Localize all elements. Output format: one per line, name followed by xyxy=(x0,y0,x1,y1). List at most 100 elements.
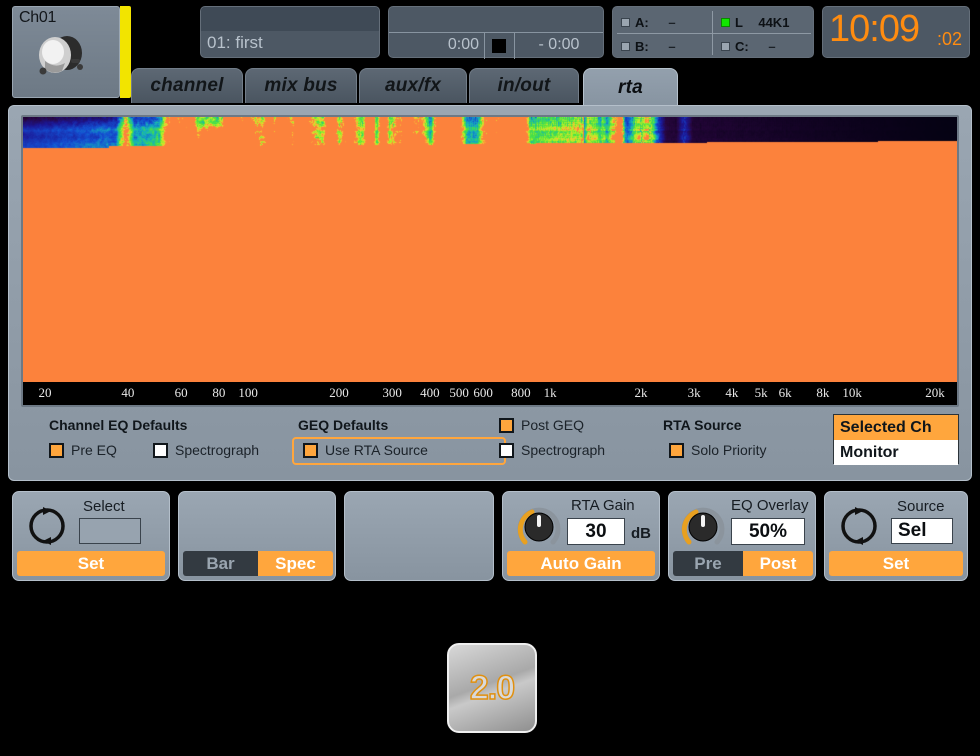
control-select-value[interactable] xyxy=(79,518,141,544)
axis-tick: 2k xyxy=(635,385,648,401)
control-eq-overlay-value[interactable]: 50% xyxy=(731,518,805,545)
overlay-knob[interactable] xyxy=(677,500,729,552)
rta-source-alternate[interactable]: Monitor xyxy=(834,440,958,465)
control-eq-overlay[interactable]: EQ Overlay 50% Pre Post xyxy=(668,491,816,581)
display-mode-bar[interactable]: Bar xyxy=(183,551,258,576)
axis-tick: 600 xyxy=(473,385,493,401)
control-select[interactable]: Select Set xyxy=(12,491,170,581)
axis-tick: 400 xyxy=(420,385,440,401)
clock-time: 10:09 xyxy=(829,8,919,51)
status-a-value: – xyxy=(668,15,675,30)
checkbox-solo-priority[interactable]: Solo Priority xyxy=(669,442,766,458)
status-b-value: – xyxy=(668,39,675,54)
status-l-label: L xyxy=(735,15,743,30)
rotary-encoder-icon[interactable] xyxy=(837,504,881,548)
rta-source-selector[interactable]: Selected Ch Monitor xyxy=(833,414,959,464)
control-rta-gain-value[interactable]: 30 xyxy=(567,518,625,545)
control-select-set-button[interactable]: Set xyxy=(17,551,165,576)
rta-source-selected[interactable]: Selected Ch xyxy=(834,415,958,440)
axis-tick: 100 xyxy=(238,385,258,401)
clock-seconds: :02 xyxy=(937,29,962,50)
control-rta-gain[interactable]: RTA Gain 30 dB Auto Gain xyxy=(502,491,660,581)
checkbox-use-rta-source[interactable]: Use RTA Source xyxy=(303,442,428,458)
tab-mix-bus[interactable]: mix bus xyxy=(245,68,357,103)
checkbox-channel-spectrograph[interactable]: Spectrograph xyxy=(153,442,259,458)
eq-overlay-toggle[interactable]: Pre Post xyxy=(673,551,813,576)
status-c-label: C: xyxy=(735,39,749,54)
status-l-value: 44K1 xyxy=(758,15,789,30)
channel-eq-defaults-title: Channel EQ Defaults xyxy=(49,417,187,433)
status-b-label: B: xyxy=(635,39,649,54)
clock-display[interactable]: 10:09 :02 xyxy=(822,6,970,58)
checkbox-geq-spectrograph[interactable]: Spectrograph xyxy=(499,442,605,458)
control-source-value[interactable]: Sel xyxy=(891,518,953,544)
geq-defaults-title: GEQ Defaults xyxy=(298,417,388,433)
axis-tick: 10k xyxy=(842,385,862,401)
rotary-encoder-icon[interactable] xyxy=(25,504,69,548)
spectrograph-frame[interactable]: 204060801002003004005006008001k2k3k4k5k6… xyxy=(21,115,959,407)
axis-tick: 60 xyxy=(175,385,188,401)
checkbox-solo-priority-label: Solo Priority xyxy=(691,442,766,458)
control-display-mode[interactable]: Bar Spec xyxy=(178,491,336,581)
status-l: L 44K1 xyxy=(721,15,789,30)
checkbox-channel-spectrograph-label: Spectrograph xyxy=(175,442,259,458)
tab-rta-label: rta xyxy=(618,77,643,99)
stop-square-icon[interactable] xyxy=(492,39,506,53)
scene-name: 01: first xyxy=(207,33,263,53)
tab-mix-bus-label: mix bus xyxy=(264,75,337,97)
control-source[interactable]: Source Sel Set xyxy=(824,491,968,581)
axis-tick: 200 xyxy=(329,385,349,401)
status-divider-v xyxy=(712,11,713,55)
checkbox-channel-spectrograph-box[interactable] xyxy=(153,443,168,458)
checkbox-post-geq-box[interactable] xyxy=(499,418,514,433)
scene-display[interactable]: 01: first xyxy=(200,6,380,58)
spectrograph-display[interactable] xyxy=(23,117,957,382)
display-mode-toggle[interactable]: Bar Spec xyxy=(183,551,333,576)
checkbox-use-rta-source-box[interactable] xyxy=(303,443,318,458)
checkbox-post-geq-label: Post GEQ xyxy=(521,417,584,433)
checkbox-pre-eq[interactable]: Pre EQ xyxy=(49,442,117,458)
status-b-led xyxy=(621,42,630,51)
display-mode-spec[interactable]: Spec xyxy=(258,551,333,576)
status-a-led xyxy=(621,18,630,27)
checkbox-solo-priority-box[interactable] xyxy=(669,443,684,458)
checkbox-post-geq[interactable]: Post GEQ xyxy=(499,417,584,433)
rta-panel: 204060801002003004005006008001k2k3k4k5k6… xyxy=(8,105,972,481)
axis-tick: 80 xyxy=(212,385,225,401)
gain-knob[interactable] xyxy=(513,500,565,552)
axis-tick: 20k xyxy=(925,385,945,401)
axis-tick: 6k xyxy=(779,385,792,401)
status-divider-h xyxy=(617,33,811,34)
axis-tick: 800 xyxy=(511,385,531,401)
rta-source-title: RTA Source xyxy=(663,417,742,433)
transport-elapsed: 0:00 xyxy=(409,36,479,54)
axis-tick: 20 xyxy=(39,385,52,401)
checkbox-pre-eq-box[interactable] xyxy=(49,443,64,458)
tab-rta[interactable]: rta xyxy=(583,68,678,106)
checkbox-pre-eq-label: Pre EQ xyxy=(71,442,117,458)
eq-overlay-post[interactable]: Post xyxy=(743,551,813,576)
axis-tick: 4k xyxy=(725,385,738,401)
tab-in-out[interactable]: in/out xyxy=(469,68,579,103)
transport-display[interactable]: 0:00 - 0:00 xyxy=(388,6,604,58)
version-badge: 2.0 xyxy=(447,643,537,733)
control-select-label: Select xyxy=(83,498,125,515)
axis-tick: 5k xyxy=(755,385,768,401)
axis-tick: 300 xyxy=(382,385,402,401)
channel-label: Ch01 xyxy=(19,9,56,27)
status-c-value: – xyxy=(768,39,775,54)
auto-gain-button[interactable]: Auto Gain xyxy=(507,551,655,576)
axis-tick: 40 xyxy=(121,385,134,401)
version-badge-text: 2.0 xyxy=(470,669,514,708)
status-b: B: – xyxy=(621,39,676,54)
status-l-led xyxy=(721,18,730,27)
tab-channel[interactable]: channel xyxy=(131,68,243,103)
eq-overlay-pre[interactable]: Pre xyxy=(673,551,743,576)
tab-aux-fx[interactable]: aux/fx xyxy=(359,68,467,103)
control-source-set-button[interactable]: Set xyxy=(829,551,963,576)
checkbox-geq-spectrograph-box[interactable] xyxy=(499,443,514,458)
status-a-label: A: xyxy=(635,15,649,30)
control-source-label: Source xyxy=(897,498,945,515)
status-indicators[interactable]: A: – B: – L 44K1 C: – xyxy=(612,6,814,58)
status-a: A: – xyxy=(621,15,676,30)
